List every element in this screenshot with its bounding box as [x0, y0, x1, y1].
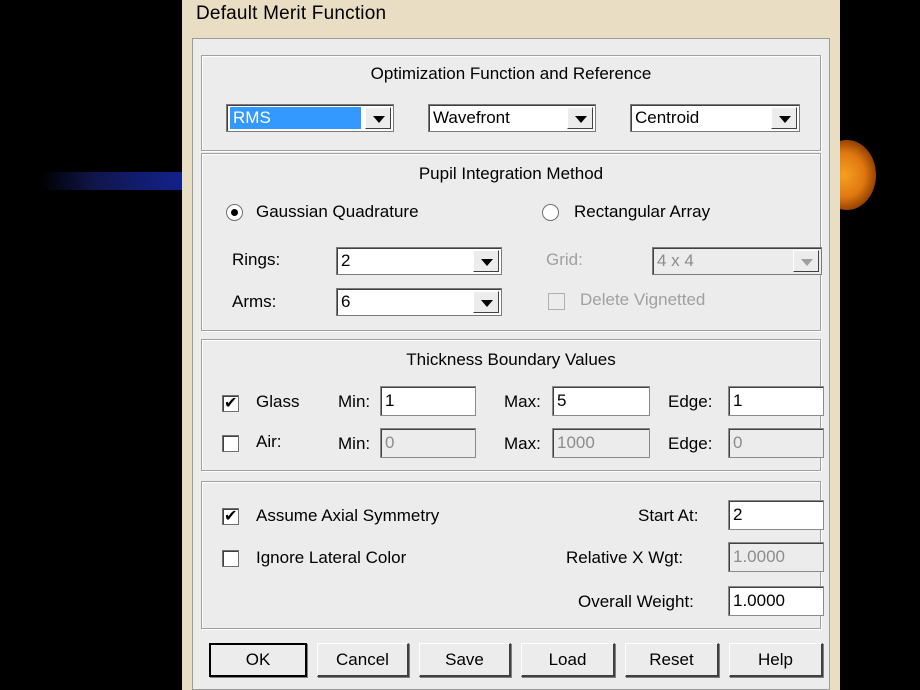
optimization-group: Optimization Function and Reference RMS … [201, 55, 821, 151]
ok-button[interactable]: OK [209, 643, 307, 677]
air-min-label: Min: [338, 434, 371, 453]
load-button[interactable]: Load [521, 643, 615, 677]
chevron-down-icon[interactable] [771, 107, 797, 129]
dialog-client: Optimization Function and Reference RMS … [192, 38, 830, 690]
optimization-criterion-select[interactable]: Wavefront [428, 104, 596, 132]
radio-selected-dot [231, 209, 238, 216]
optimization-type-value: RMS [230, 107, 361, 129]
air-min-input[interactable] [380, 428, 476, 458]
ignore-lateral-color-checkbox[interactable] [222, 550, 239, 567]
optimization-group-title: Optimization Function and Reference [370, 64, 652, 83]
chevron-down-icon[interactable] [365, 107, 391, 129]
chevron-down-icon[interactable] [793, 250, 819, 272]
rings-label: Rings: [232, 250, 281, 269]
glass-checkbox[interactable]: ✔ [222, 395, 239, 412]
rings-select[interactable]: 2 [336, 247, 502, 275]
start-at-input[interactable] [728, 500, 824, 530]
glass-max-label: Max: [504, 392, 541, 411]
optimization-criterion-value: Wavefront [433, 108, 510, 127]
pupil-group: Pupil Integration Method Gaussian Quadra… [201, 153, 822, 331]
glass-max-input[interactable] [552, 386, 650, 416]
help-button[interactable]: Help [729, 643, 823, 677]
save-button[interactable]: Save [419, 643, 511, 677]
air-label: Air: [256, 432, 282, 451]
thickness-group: Thickness Boundary Values ✔ Glass Min: M… [201, 339, 824, 471]
arms-select[interactable]: 6 [336, 288, 502, 316]
glass-edge-input[interactable] [728, 386, 824, 416]
air-edge-input[interactable] [728, 428, 824, 458]
relative-x-wgt-label: Relative X Wgt: [566, 548, 684, 567]
arms-value: 6 [341, 292, 351, 311]
air-edge-label: Edge: [668, 434, 713, 453]
window-title: Default Merit Function [196, 3, 387, 24]
delete-vignetted-label: Delete Vignetted [580, 290, 706, 309]
air-max-label: Max: [504, 434, 541, 453]
options-group: ✔ Assume Axial Symmetry Ignore Lateral C… [201, 481, 824, 629]
chevron-down-icon[interactable] [473, 250, 499, 272]
glass-label: Glass [256, 392, 300, 411]
overall-weight-label: Overall Weight: [578, 592, 694, 611]
rectangular-array-label[interactable]: Rectangular Array [574, 202, 710, 222]
check-icon: ✔ [224, 395, 238, 412]
overall-weight-input[interactable] [728, 586, 824, 616]
dialog-window: Default Merit Function Optimization Func… [182, 0, 840, 690]
cancel-button[interactable]: Cancel [317, 643, 409, 677]
grid-label: Grid: [546, 250, 583, 269]
background-streak [40, 172, 200, 190]
glass-min-input[interactable] [380, 386, 476, 416]
assume-axial-symmetry-checkbox[interactable]: ✔ [222, 508, 239, 525]
arms-label: Arms: [232, 292, 277, 311]
grid-value: 4 x 4 [657, 251, 694, 270]
title-bar[interactable]: Default Merit Function [182, 0, 840, 36]
grid-select[interactable]: 4 x 4 [652, 247, 822, 275]
gaussian-quadrature-label[interactable]: Gaussian Quadrature [256, 202, 419, 222]
chevron-down-icon[interactable] [567, 107, 593, 129]
chevron-down-icon[interactable] [473, 291, 499, 313]
glass-edge-label: Edge: [668, 392, 713, 411]
assume-axial-symmetry-label: Assume Axial Symmetry [256, 506, 440, 525]
optimization-reference-select[interactable]: Centroid [630, 104, 800, 132]
rings-value: 2 [341, 251, 351, 270]
gaussian-quadrature-radio[interactable] [226, 204, 243, 221]
air-checkbox[interactable] [222, 435, 239, 452]
relative-x-wgt-input[interactable] [728, 542, 824, 572]
start-at-label: Start At: [638, 506, 699, 525]
delete-vignetted-checkbox[interactable] [548, 293, 565, 310]
reset-button[interactable]: Reset [625, 643, 719, 677]
optimization-type-select[interactable]: RMS [226, 104, 394, 132]
rectangular-array-radio[interactable] [542, 204, 559, 221]
pupil-group-title: Pupil Integration Method [418, 164, 604, 183]
check-icon: ✔ [224, 508, 238, 525]
optimization-reference-value: Centroid [635, 108, 700, 127]
ignore-lateral-color-label: Ignore Lateral Color [256, 548, 407, 567]
glass-min-label: Min: [338, 392, 371, 411]
air-max-input[interactable] [552, 428, 650, 458]
thickness-group-title: Thickness Boundary Values [406, 350, 616, 369]
